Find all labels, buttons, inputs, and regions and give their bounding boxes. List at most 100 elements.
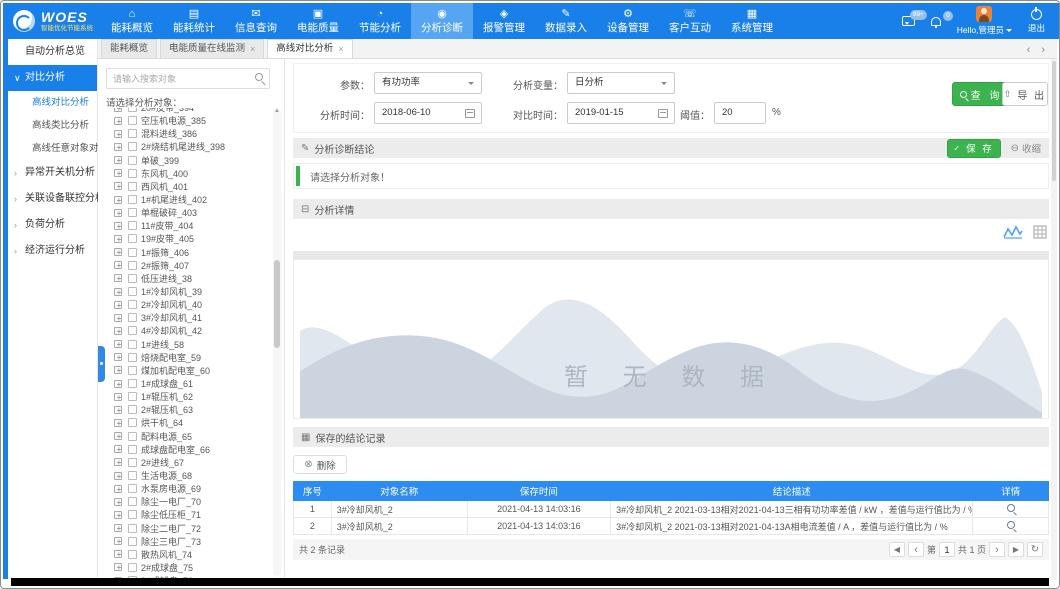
- tree-item[interactable]: 除尘二电厂_72: [102, 522, 271, 535]
- analysis-date-input[interactable]: 2018-06-10: [374, 102, 482, 124]
- tree-item[interactable]: 东风机_400: [102, 167, 271, 180]
- checkbox[interactable]: [128, 326, 137, 335]
- tree-item[interactable]: 1#振筛_406: [102, 246, 271, 259]
- expand-icon[interactable]: [114, 406, 122, 414]
- scroll-up-icon[interactable]: [273, 108, 281, 114]
- user-menu[interactable]: Hello,管理员: [957, 6, 1012, 36]
- tree-item[interactable]: 低压进线_38: [102, 272, 271, 285]
- expand-icon[interactable]: [114, 196, 122, 204]
- checkbox[interactable]: [128, 234, 137, 243]
- checkbox[interactable]: [128, 550, 137, 559]
- checkbox[interactable]: [128, 169, 137, 178]
- tree-item[interactable]: 单棍破碎_403: [102, 206, 271, 219]
- logout-button[interactable]: 退出: [1028, 9, 1045, 34]
- checkbox[interactable]: [128, 353, 137, 362]
- sidebar-group-compare[interactable]: ∨ 对比分析: [8, 65, 97, 91]
- expand-icon[interactable]: [114, 472, 122, 480]
- next-page-button[interactable]: [989, 542, 1005, 557]
- expand-icon[interactable]: [114, 393, 122, 401]
- expand-icon[interactable]: [114, 301, 122, 309]
- panel-collapse-handle[interactable]: [98, 346, 105, 382]
- last-page-button[interactable]: [1008, 542, 1024, 557]
- checkbox[interactable]: [128, 248, 137, 257]
- tree-item[interactable]: 混料进线_386: [102, 127, 271, 140]
- nav-menu-item[interactable]: ⌂ 能耗概览: [101, 3, 163, 39]
- checkbox[interactable]: [128, 116, 137, 125]
- tree-item[interactable]: 除尘三电厂_73: [102, 535, 271, 548]
- nav-menu-item[interactable]: ◔ 节能分析: [349, 3, 411, 39]
- tree-item[interactable]: 西风机_401: [102, 180, 271, 193]
- checkbox[interactable]: [128, 129, 137, 138]
- tree-item[interactable]: 4#冷却风机_42: [102, 324, 271, 337]
- tree-item[interactable]: 1#冷却风机_39: [102, 285, 271, 298]
- sidebar-group-item[interactable]: › 经济运行分析: [8, 238, 97, 264]
- search-input[interactable]: [113, 70, 243, 87]
- expand-icon[interactable]: [114, 511, 122, 519]
- checkbox[interactable]: [128, 208, 137, 217]
- tree-item[interactable]: 焙烧配电室_59: [102, 351, 271, 364]
- nav-menu-item[interactable]: ✉ 信息查询: [225, 3, 287, 39]
- expand-icon[interactable]: [114, 261, 122, 269]
- sidebar-sub-item[interactable]: 高线类比分析: [8, 114, 97, 137]
- nav-menu-item[interactable]: ◈ 报警管理: [473, 3, 535, 39]
- checkbox[interactable]: [128, 445, 137, 454]
- tab-highline-compare[interactable]: 高线对比分析: [267, 39, 352, 58]
- checkbox[interactable]: [128, 524, 137, 533]
- nav-menu-item[interactable]: ▦ 系统管理: [721, 3, 783, 39]
- expand-icon[interactable]: [114, 419, 122, 427]
- expand-icon[interactable]: [114, 130, 122, 138]
- tree-item[interactable]: 煤加机配电室_60: [102, 364, 271, 377]
- alerts-button[interactable]: 0: [931, 17, 941, 26]
- expand-icon[interactable]: [114, 563, 122, 571]
- export-button[interactable]: 导 出: [1002, 82, 1048, 106]
- checkbox[interactable]: [128, 340, 137, 349]
- expand-icon[interactable]: [114, 169, 122, 177]
- expand-icon[interactable]: [114, 248, 122, 256]
- nav-menu-item[interactable]: ◉ 分析诊断: [411, 3, 473, 39]
- expand-icon[interactable]: [114, 117, 122, 125]
- expand-icon[interactable]: [114, 327, 122, 335]
- tree-item[interactable]: 除尘低压柜_71: [102, 508, 271, 521]
- table-toggle-icon[interactable]: [1033, 225, 1047, 239]
- checkbox[interactable]: [128, 379, 137, 388]
- threshold-input[interactable]: 20: [714, 102, 766, 124]
- sidebar-sub-item[interactable]: 高线任意对象对比: [8, 137, 97, 160]
- tree-item[interactable]: 1#机尾进线_402: [102, 193, 271, 206]
- expand-icon[interactable]: [114, 288, 122, 296]
- tree-item[interactable]: 生活电源_68: [102, 469, 271, 482]
- expand-icon[interactable]: [114, 537, 122, 545]
- tree-item[interactable]: 3#冷却风机_41: [102, 311, 271, 324]
- collapse-button[interactable]: 收缩: [1011, 141, 1041, 155]
- checkbox[interactable]: [128, 418, 137, 427]
- first-page-button[interactable]: [889, 542, 905, 557]
- delete-button[interactable]: 删除: [293, 455, 347, 474]
- page-number-input[interactable]: 1: [939, 542, 955, 557]
- checkbox[interactable]: [128, 300, 137, 309]
- expand-icon[interactable]: [114, 156, 122, 164]
- view-detail-icon[interactable]: [1007, 521, 1015, 529]
- tree-item[interactable]: 19#皮带_405: [102, 232, 271, 245]
- expand-icon[interactable]: [114, 143, 122, 151]
- nav-menu-item[interactable]: ▤ 能耗统计: [163, 3, 225, 39]
- checkbox[interactable]: [128, 392, 137, 401]
- tab-scroll-arrows[interactable]: [1027, 44, 1057, 56]
- tree-item[interactable]: 烘干机_64: [102, 416, 271, 429]
- tab-power-quality-monitor[interactable]: 电能质量在线监测: [160, 39, 264, 58]
- tree-item[interactable]: 2#烧结机尾进线_398: [102, 140, 271, 153]
- tree-item[interactable]: 散热风机_74: [102, 548, 271, 561]
- nav-menu-item[interactable]: ☏ 客户互动: [659, 3, 721, 39]
- sidebar-sub-item[interactable]: 高线对比分析: [8, 91, 97, 114]
- checkbox[interactable]: [128, 405, 137, 414]
- expand-icon[interactable]: [114, 235, 122, 243]
- expand-icon[interactable]: [114, 498, 122, 506]
- table-row[interactable]: 1 3#冷却风机_2 2021-04-13 14:03:16 3#冷却风机_2 …: [294, 501, 1049, 518]
- close-icon[interactable]: [338, 40, 343, 58]
- checkbox[interactable]: [128, 313, 137, 322]
- tab-energy-overview[interactable]: 能耗概览: [101, 39, 157, 58]
- main-scrollbar[interactable]: [1051, 59, 1057, 580]
- table-row[interactable]: 2 3#冷却风机_2 2021-04-13 14:03:16 3#冷却风机_2 …: [294, 518, 1049, 535]
- nav-menu-item[interactable]: ✎ 数据录入: [535, 3, 597, 39]
- checkbox[interactable]: [128, 195, 137, 204]
- checkbox[interactable]: [128, 142, 137, 151]
- expand-icon[interactable]: [114, 353, 122, 361]
